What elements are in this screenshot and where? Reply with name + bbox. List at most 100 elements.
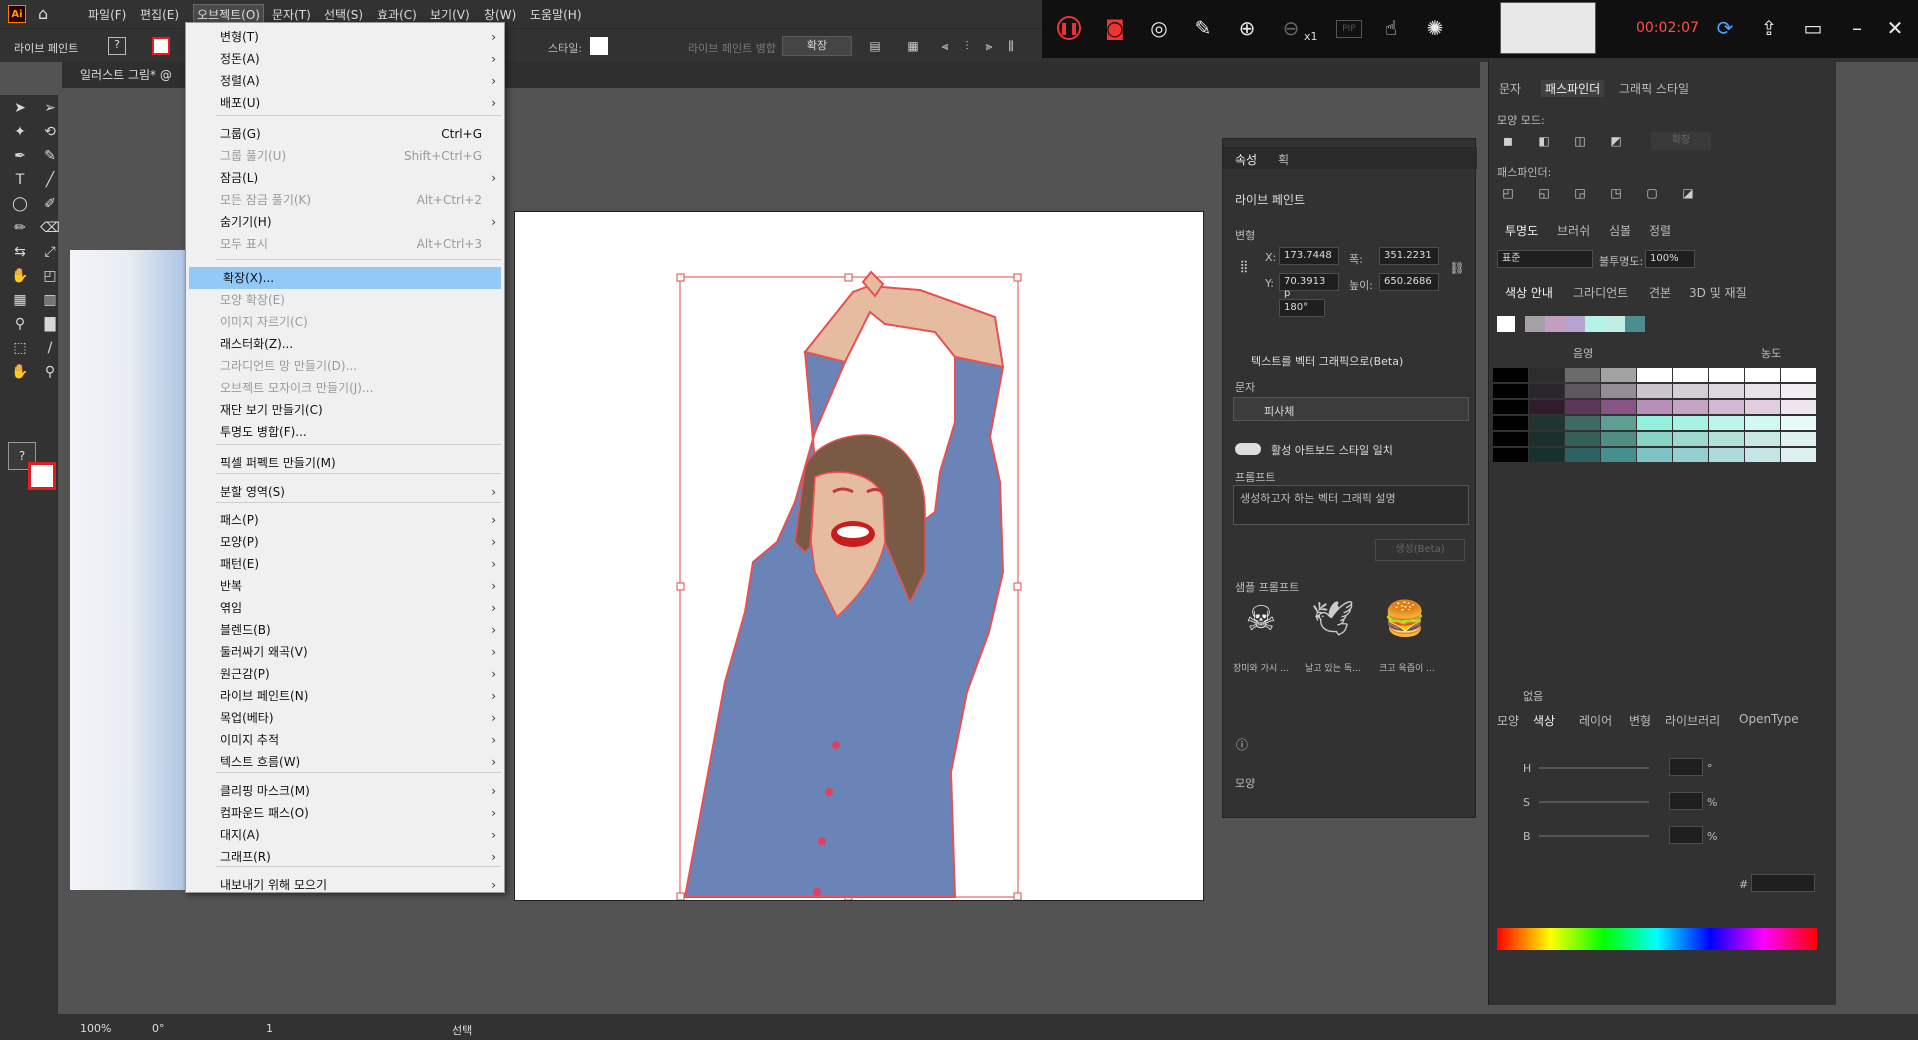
- info-icon[interactable]: ⓘ: [1233, 735, 1251, 753]
- guide-swatch[interactable]: [1673, 448, 1709, 463]
- gradient-tool-icon[interactable]: ▥: [40, 290, 60, 310]
- rotation-field[interactable]: 0°: [152, 1022, 165, 1035]
- trim-icon[interactable]: ◱: [1535, 184, 1553, 202]
- hue-slider[interactable]: [1539, 767, 1649, 769]
- exclude-icon[interactable]: ◩: [1607, 132, 1625, 150]
- tab-graphic-styles[interactable]: 그래픽 스타일: [1619, 80, 1689, 97]
- eyedropper-tool-icon[interactable]: ⚲: [10, 314, 30, 334]
- graph-tool-icon[interactable]: ▇: [40, 314, 60, 334]
- mesh-tool-icon[interactable]: ▦: [10, 290, 30, 310]
- export-icon[interactable]: ⇪: [1755, 14, 1783, 42]
- link-proportions-icon[interactable]: ⛓: [1448, 259, 1466, 277]
- guide-swatch[interactable]: [1493, 448, 1529, 463]
- guide-swatch[interactable]: [1781, 400, 1817, 415]
- tab-swatches[interactable]: 견본: [1649, 284, 1671, 301]
- object-menu-item[interactable]: 픽셀 퍼펙트 만들기(M): [186, 452, 504, 474]
- stop-icon[interactable]: ◙: [1101, 14, 1129, 42]
- match-style-toggle[interactable]: [1235, 443, 1261, 455]
- live-paint-figure[interactable]: [515, 212, 1203, 901]
- selection-tool-icon[interactable]: ➤: [10, 98, 30, 118]
- object-menu-item[interactable]: 반복 ›: [186, 575, 504, 597]
- tab-pathfinder[interactable]: 패스파인더: [1541, 80, 1605, 97]
- guide-swatch[interactable]: [1745, 448, 1781, 463]
- harmony-swatch[interactable]: [1625, 316, 1645, 332]
- object-menu-item[interactable]: 패스(P) ›: [186, 509, 504, 531]
- tab-appearance[interactable]: 모양: [1497, 712, 1519, 729]
- guide-swatch[interactable]: [1493, 432, 1529, 447]
- unite-icon[interactable]: ◼: [1499, 132, 1517, 150]
- pen-tool-icon[interactable]: ✒: [10, 146, 30, 166]
- generate-button[interactable]: 생성(Beta): [1375, 539, 1465, 561]
- align-right-icon[interactable]: ⫸: [980, 37, 998, 55]
- brightness-slider[interactable]: [1539, 835, 1649, 837]
- guide-swatch[interactable]: [1493, 368, 1529, 383]
- expand-button[interactable]: 확장: [782, 36, 852, 56]
- sample-skull-image[interactable]: ☠: [1235, 599, 1287, 651]
- guide-swatch[interactable]: [1601, 448, 1637, 463]
- guide-swatch[interactable]: [1529, 368, 1565, 383]
- camera-icon[interactable]: ◎: [1145, 14, 1173, 42]
- guide-swatch[interactable]: [1601, 384, 1637, 399]
- harmony-swatch[interactable]: [1545, 316, 1565, 332]
- align-icon[interactable]: ▤: [866, 37, 884, 55]
- w-field[interactable]: 351.2231: [1379, 247, 1439, 265]
- guide-swatch[interactable]: [1565, 384, 1601, 399]
- guide-swatch[interactable]: [1637, 368, 1673, 383]
- x-field[interactable]: 173.7448: [1279, 247, 1339, 265]
- tab-libraries[interactable]: 라이브러리: [1665, 712, 1720, 729]
- live-paint-merge-button[interactable]: 라이브 페인트 병합: [688, 40, 776, 56]
- distribute-icon[interactable]: ⫼: [1002, 37, 1020, 55]
- zoom-tool-icon[interactable]: ⚲: [40, 362, 60, 382]
- guide-swatch[interactable]: [1565, 432, 1601, 447]
- object-menu-item[interactable]: 모두 표시 Alt+Ctrl+3: [186, 233, 504, 255]
- menu-1[interactable]: 편집(E): [140, 6, 179, 23]
- guide-swatch[interactable]: [1709, 384, 1745, 399]
- minimize-icon[interactable]: –: [1843, 14, 1871, 42]
- restart-icon[interactable]: ⟳: [1711, 14, 1739, 42]
- reference-point-icon[interactable]: ⣿: [1235, 257, 1253, 275]
- harmony-swatch[interactable]: [1605, 316, 1625, 332]
- object-menu-item[interactable]: 재단 보기 만들기(C): [186, 399, 504, 421]
- menu-0[interactable]: 파일(F): [88, 6, 126, 23]
- artboard-tool-icon[interactable]: ⬚: [10, 338, 30, 358]
- line-tool-icon[interactable]: ╱: [40, 170, 60, 190]
- align-left-icon[interactable]: ⫷: [936, 37, 954, 55]
- stroke-swatch[interactable]: [152, 37, 170, 55]
- color-guide-grid[interactable]: [1493, 368, 1823, 464]
- h-field[interactable]: 650.2686: [1379, 273, 1439, 291]
- harmony-swatch[interactable]: [1585, 316, 1605, 332]
- sample-label-2[interactable]: 날고 있는 독...: [1305, 661, 1361, 674]
- guide-swatch[interactable]: [1781, 448, 1817, 463]
- guide-swatch[interactable]: [1745, 400, 1781, 415]
- harmony-swatch[interactable]: [1565, 316, 1585, 332]
- subject-dropdown[interactable]: 피사체: [1233, 397, 1469, 421]
- guide-swatch[interactable]: [1745, 432, 1781, 447]
- minus-back-icon[interactable]: ◪: [1679, 184, 1697, 202]
- type-tool-icon[interactable]: T: [10, 170, 30, 190]
- rotate-tool-icon[interactable]: ⇆: [10, 242, 30, 262]
- menu-8[interactable]: 도움말(H): [530, 6, 582, 23]
- intersect-icon[interactable]: ◫: [1571, 132, 1589, 150]
- text-to-vector-heading[interactable]: 텍스트를 벡터 그래픽으로(Beta): [1251, 353, 1403, 369]
- outline-icon[interactable]: ▢: [1643, 184, 1661, 202]
- crop-icon[interactable]: ◳: [1607, 184, 1625, 202]
- guide-swatch[interactable]: [1565, 448, 1601, 463]
- sample-label-1[interactable]: 장미와 가시 ...: [1233, 661, 1289, 674]
- pencil-icon[interactable]: ✎: [1189, 14, 1217, 42]
- object-menu-item[interactable]: 대지(A) ›: [186, 824, 504, 846]
- sample-bird-image[interactable]: 🕊: [1307, 599, 1359, 651]
- tab-properties[interactable]: 속성: [1235, 151, 1257, 168]
- object-menu-item[interactable]: 배포(U) ›: [186, 92, 504, 114]
- blend-mode-select[interactable]: 표준: [1497, 250, 1593, 268]
- pencil-tool-icon[interactable]: ✏: [10, 218, 30, 238]
- illustrator-logo[interactable]: Ai: [8, 5, 26, 23]
- tab-3d-materials[interactable]: 3D 및 재질: [1689, 284, 1747, 301]
- object-menu-item[interactable]: 변형(T) ›: [186, 26, 504, 48]
- tab-transparency[interactable]: 투명도: [1505, 222, 1538, 239]
- object-menu-item[interactable]: 텍스트 흐름(W) ›: [186, 751, 504, 773]
- harmony-swatch[interactable]: [1497, 316, 1515, 332]
- y-field[interactable]: 70.3913 p: [1279, 273, 1339, 299]
- divide-icon[interactable]: ◰: [1499, 184, 1517, 202]
- eraser-tool-icon[interactable]: ⌫: [40, 218, 60, 238]
- document-tab[interactable]: 일러스트 그림* @: [80, 66, 172, 83]
